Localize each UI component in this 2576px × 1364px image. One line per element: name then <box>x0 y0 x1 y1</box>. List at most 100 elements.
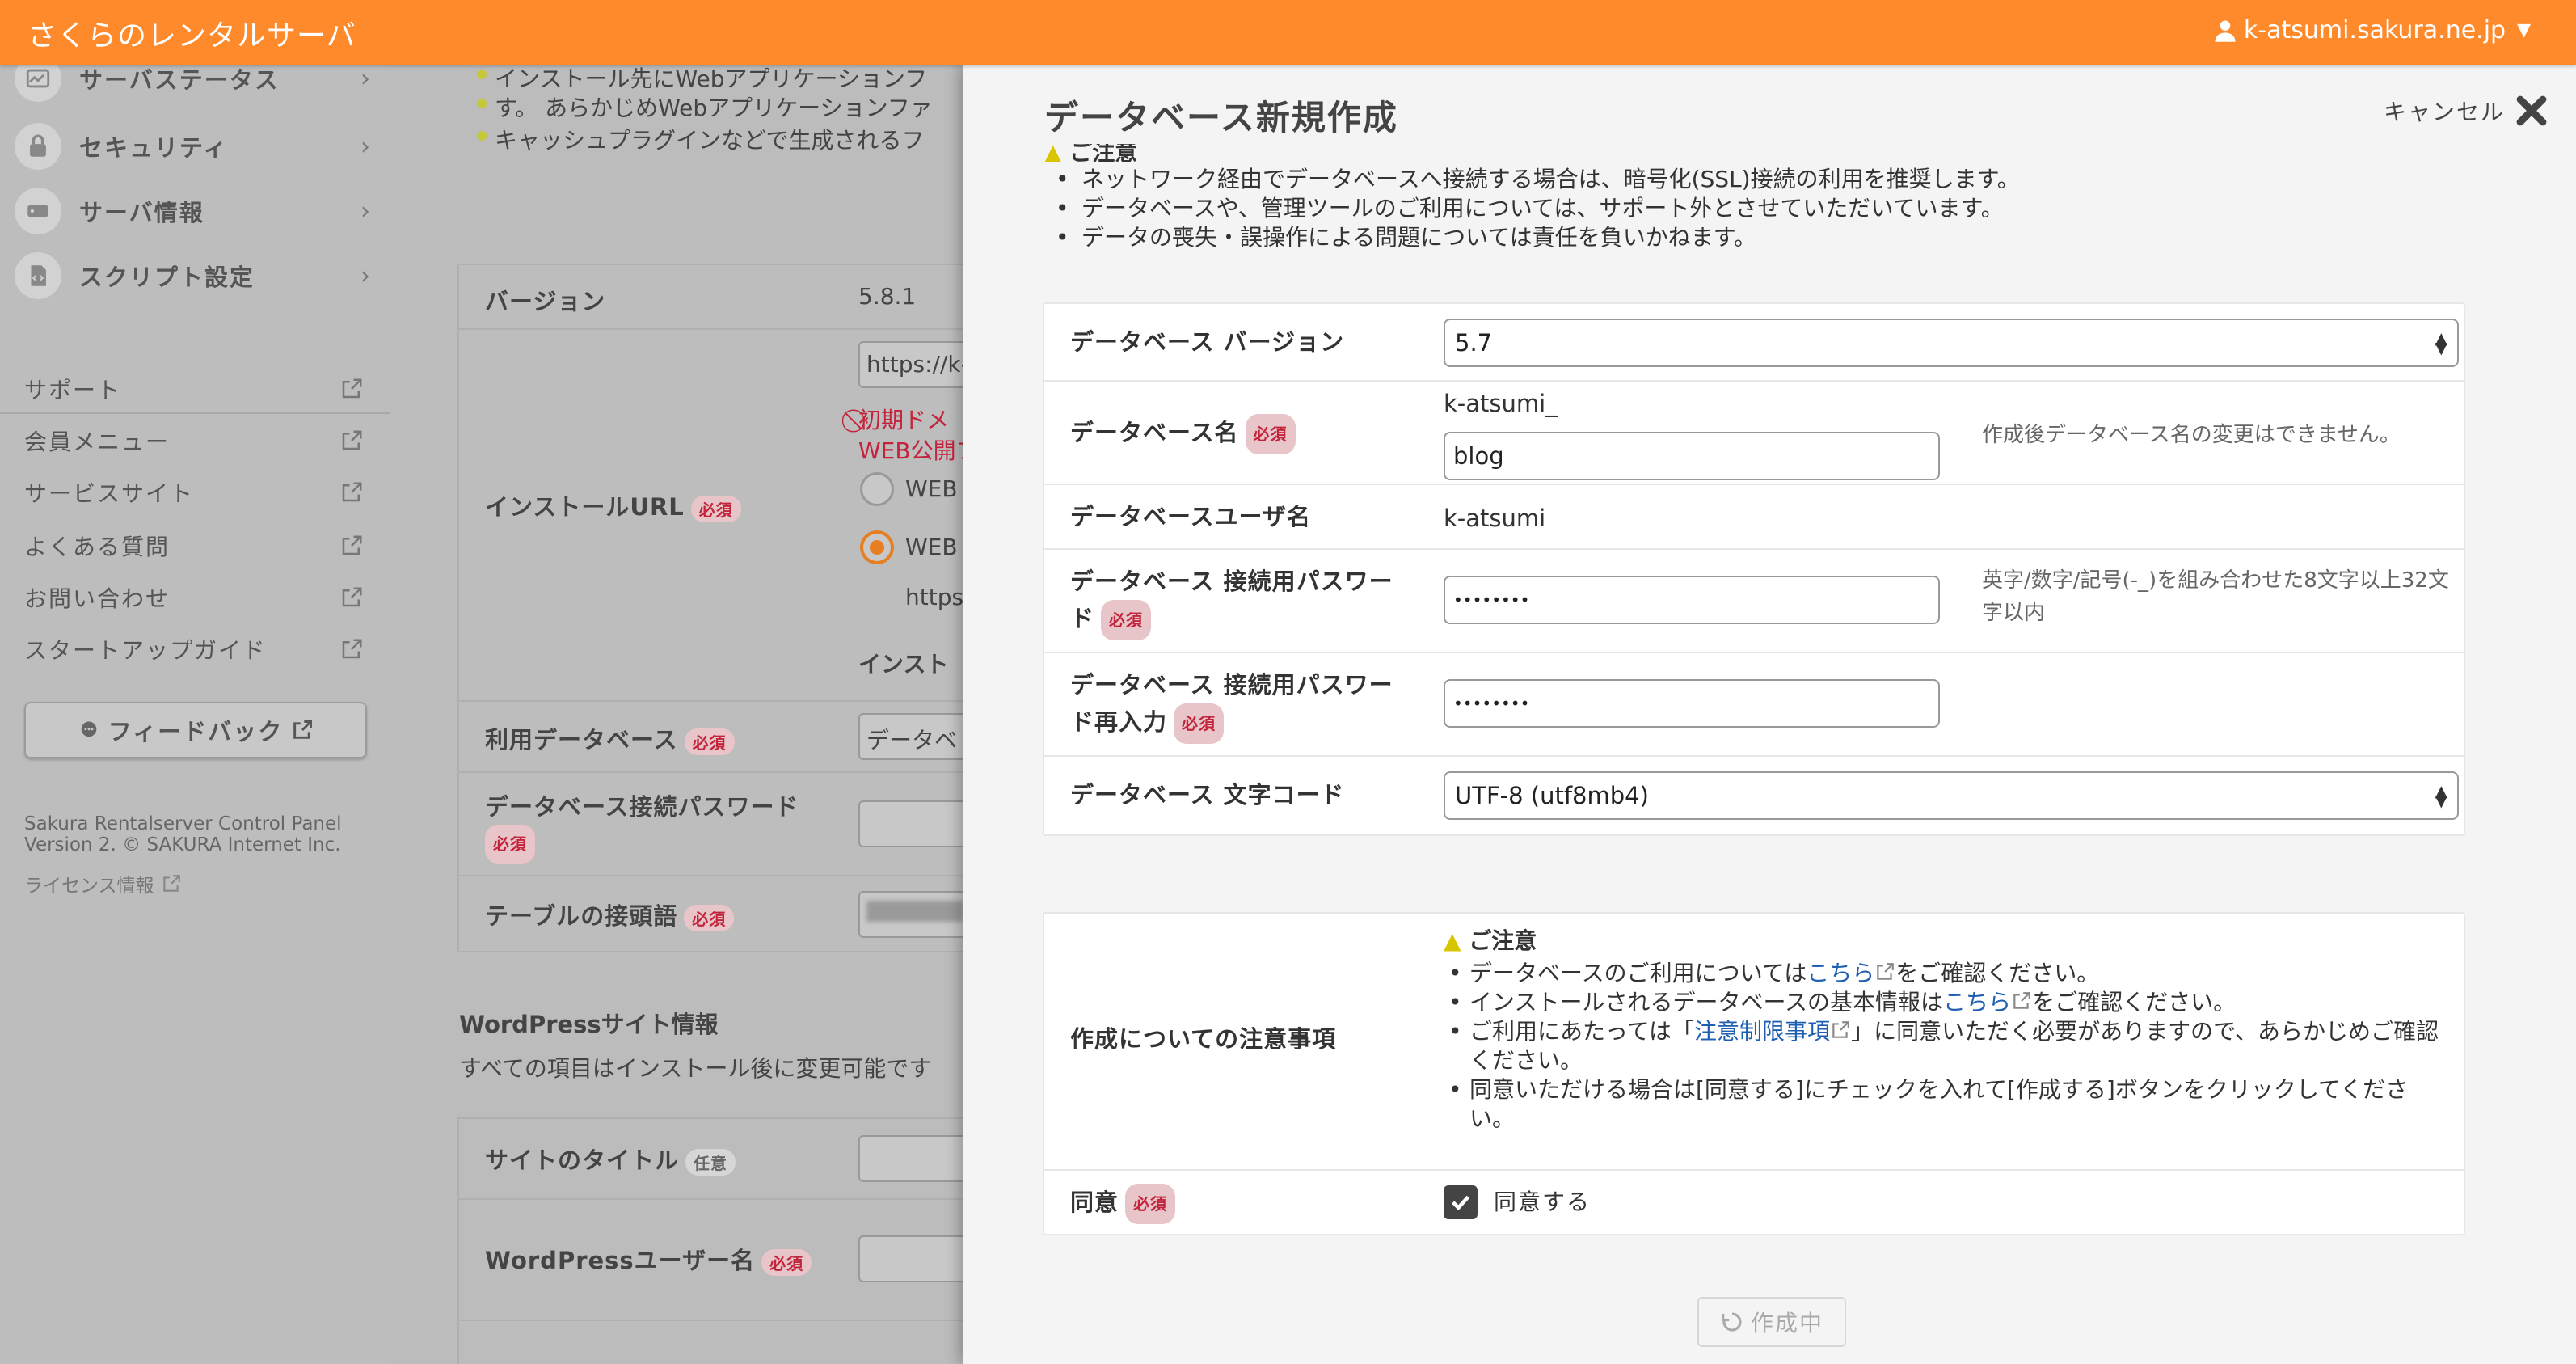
copyright-line: Version 2. © SAKURA Internet Inc. <box>24 834 341 855</box>
bg-form: バージョン 5.8.1 インストールURL必須 https://k-a ⃠初期ド… <box>457 264 972 952</box>
bg-radio-2[interactable] <box>860 530 894 564</box>
row-db-password-confirm: データベース 接続用パスワー ド再入力 必須 •••••••• <box>1044 653 2464 757</box>
sidebar: サーバステータス › セキュリティ › サーバ情報 › スクリプト設定 › サポ… <box>0 55 390 1364</box>
feedback-button[interactable]: フィードバック <box>24 702 367 758</box>
bg-bullet: インストール先にWebアプリケーションフ <box>476 65 927 94</box>
create-button-label: 作成中 <box>1750 1310 1823 1337</box>
server-icon <box>15 188 61 234</box>
chevron-right-icon: › <box>360 64 370 93</box>
user-menu[interactable]: k-atsumi.sakura.ne.jp ▼ <box>2213 16 2531 44</box>
bg-label: バージョン <box>485 288 606 315</box>
caution-item: データベースのご利用についてはこちらをご確認ください。 <box>1444 959 2446 988</box>
external-link-icon <box>1832 1021 1849 1038</box>
link-label: お問い合わせ <box>24 585 171 612</box>
external-link-icon <box>2013 992 2030 1009</box>
field-label-text: データベース 接続用パスワー <box>1070 568 1393 595</box>
feedback-label: フィードバック <box>108 718 284 745</box>
caution-item: ご利用にあたっては「注意制限事項」に同意いただく必要がありますので、あらかじめご… <box>1444 1017 2446 1075</box>
notice-item: ネットワーク経由でデータベースへ接続する場合は、暗号化(SSL)接続の利用を推奨… <box>1056 165 2020 194</box>
link-member-menu[interactable]: 会員メニュー <box>24 420 364 461</box>
sidebar-item-security[interactable]: セキュリティ › <box>15 120 370 173</box>
db-password-confirm-input[interactable]: •••••••• <box>1444 679 1940 728</box>
caution-card: 作成についての注意事項 ▲ ご注意 データベースのご利用についてはこちらをご確認… <box>1043 912 2465 1235</box>
link-label: サポート <box>24 377 122 403</box>
bg-install-url-input[interactable]: https://k-a <box>858 341 972 388</box>
caution-text: をご確認ください。 <box>2032 989 2237 1016</box>
caution-item: 同意いただける場合は[同意する]にチェックを入れて[作成する]ボタンをクリックし… <box>1444 1075 2446 1134</box>
caution-link[interactable]: 注意制限事項 <box>1694 1018 1830 1045</box>
db-version-select[interactable]: 5.7 ▲ ▼ <box>1444 319 2459 367</box>
cancel-button[interactable]: キャンセル <box>2384 94 2549 128</box>
agree-checkbox-label[interactable]: 同意する <box>1494 1185 1591 1219</box>
db-charset-select[interactable]: UTF-8 (utf8mb4) ▲ ▼ <box>1444 771 2459 820</box>
user-icon <box>2215 20 2236 42</box>
sidebar-item-label: スクリプト設定 <box>79 264 255 291</box>
sidebar-divider <box>0 412 390 414</box>
bg-label-text: データベース接続パスワード <box>485 793 799 821</box>
caution-link[interactable]: こちら <box>1807 960 1874 986</box>
sidebar-item-label: サーバ情報 <box>79 199 204 226</box>
row-db-name: データベース名 必須 k-atsumi_ blog 作成後データベース名の変更はで… <box>1044 382 2464 485</box>
app-title[interactable]: さくらのレンタルサーバ <box>27 12 356 54</box>
bg-label-text: テーブルの接頭語 <box>485 902 678 930</box>
bg-database-select[interactable]: データベ <box>858 713 972 760</box>
license-link[interactable]: ライセンス情報 <box>24 870 182 897</box>
row-db-user: データベースユーザ名 k-atsumi <box>1044 485 2464 550</box>
copyright-text: Sakura Rentalserver Control Panel Versio… <box>24 813 342 855</box>
link-contact[interactable]: お問い合わせ <box>24 577 364 618</box>
field-label-text: ド <box>1070 605 1095 632</box>
bg-warning: ⃠初期ドメ <box>858 403 949 435</box>
db-user-value: k-atsumi <box>1444 505 1546 532</box>
agree-checkbox[interactable] <box>1444 1185 1478 1219</box>
external-link-icon <box>342 482 362 502</box>
bg-site-title-input[interactable] <box>858 1135 972 1182</box>
sidebar-item-script-settings[interactable]: スクリプト設定 › <box>15 249 370 302</box>
required-badge: 必須 <box>1174 703 1225 744</box>
caution-text: データベースのご利用については <box>1469 960 1807 986</box>
field-label: データベース バージョン <box>1070 328 1345 356</box>
bg-row-table-prefix: テーブルの接頭語 必須 <box>459 876 972 952</box>
sidebar-item-server-info[interactable]: サーバ情報 › <box>15 184 370 238</box>
notice-item: データの喪失・誤操作による問題については責任を負いかねます。 <box>1056 223 2020 252</box>
chevron-right-icon: › <box>360 132 370 161</box>
sidebar-item-label: サーバステータス <box>79 66 280 94</box>
field-label: データベースユーザ名 <box>1070 503 1311 530</box>
caution-heading-text: ご注意 <box>1469 927 1537 954</box>
caution-text: 同意いただける場合は[同意する]にチェックを入れて[作成する]ボタンをクリックし… <box>1469 1076 2409 1132</box>
hint-line: 英字/数字/記号(-_)を組み合わせた8文字以上32文 <box>1982 568 2449 593</box>
bg-row-install-url: インストールURL必須 https://k-a ⃠初期ドメ WEB公開フ WEB… <box>459 330 972 702</box>
field-label-text: 同意 <box>1070 1189 1119 1216</box>
bg-wp-section-title: WordPressサイト情報 <box>459 1011 719 1038</box>
bg-table-prefix-input[interactable] <box>858 891 972 938</box>
bg-install-fragment: インスト <box>858 651 949 678</box>
create-button[interactable]: 作成中 <box>1697 1297 1846 1347</box>
bg-db-password-input[interactable] <box>858 800 972 847</box>
bg-wp-section-note: すべての項目はインストール後に変更可能です <box>459 1055 932 1082</box>
row-db-password: データベース 接続用パスワー ド必須 •••••••• 英字/数字/記号(-_)… <box>1044 550 2464 653</box>
external-link-icon <box>342 430 362 450</box>
link-service-site[interactable]: サービスサイト <box>24 472 364 513</box>
checkmark-icon <box>1452 1195 1470 1211</box>
external-link-icon <box>162 875 180 892</box>
field-label: データベース 接続用パスワー ド再入力 必須 <box>1070 666 1393 744</box>
close-icon <box>2516 95 2547 126</box>
link-startup-guide[interactable]: スタートアップガイド <box>24 629 364 669</box>
link-faq[interactable]: よくある質問 <box>24 526 364 566</box>
bg-label-text: サイトのタイトル <box>485 1147 680 1174</box>
bg-wp-user-input[interactable] <box>858 1235 972 1282</box>
link-support[interactable]: サポート <box>24 369 364 409</box>
db-name-input[interactable]: blog <box>1444 432 1940 480</box>
caution-text: インストールされるデータベースの基本情報は <box>1469 989 1944 1016</box>
background-content: インストール先にWebアプリケーションフ す。 あらかじめWebアプリケーション… <box>390 65 972 1364</box>
database-form-card: データベース バージョン 5.7 ▲ ▼ データベース名 必須 k-atsumi_ … <box>1043 302 2465 836</box>
bg-label-text: インストールURL <box>485 493 685 521</box>
bg-label: データベース接続パスワード 必須 <box>485 789 799 864</box>
caution-text: をご確認ください。 <box>1895 960 2100 986</box>
bg-warning-text: 初期ドメ <box>858 407 950 433</box>
bg-radio-1[interactable] <box>860 472 894 506</box>
chevron-right-icon: › <box>360 196 370 226</box>
field-label-text: データベース名 <box>1070 419 1239 446</box>
db-password-input[interactable]: •••••••• <box>1444 576 1940 624</box>
bg-form-wp: サイトのタイトル 任意 WordPressユーザー名 必須 <box>457 1117 972 1364</box>
caution-link[interactable]: こちら <box>1943 989 2011 1016</box>
